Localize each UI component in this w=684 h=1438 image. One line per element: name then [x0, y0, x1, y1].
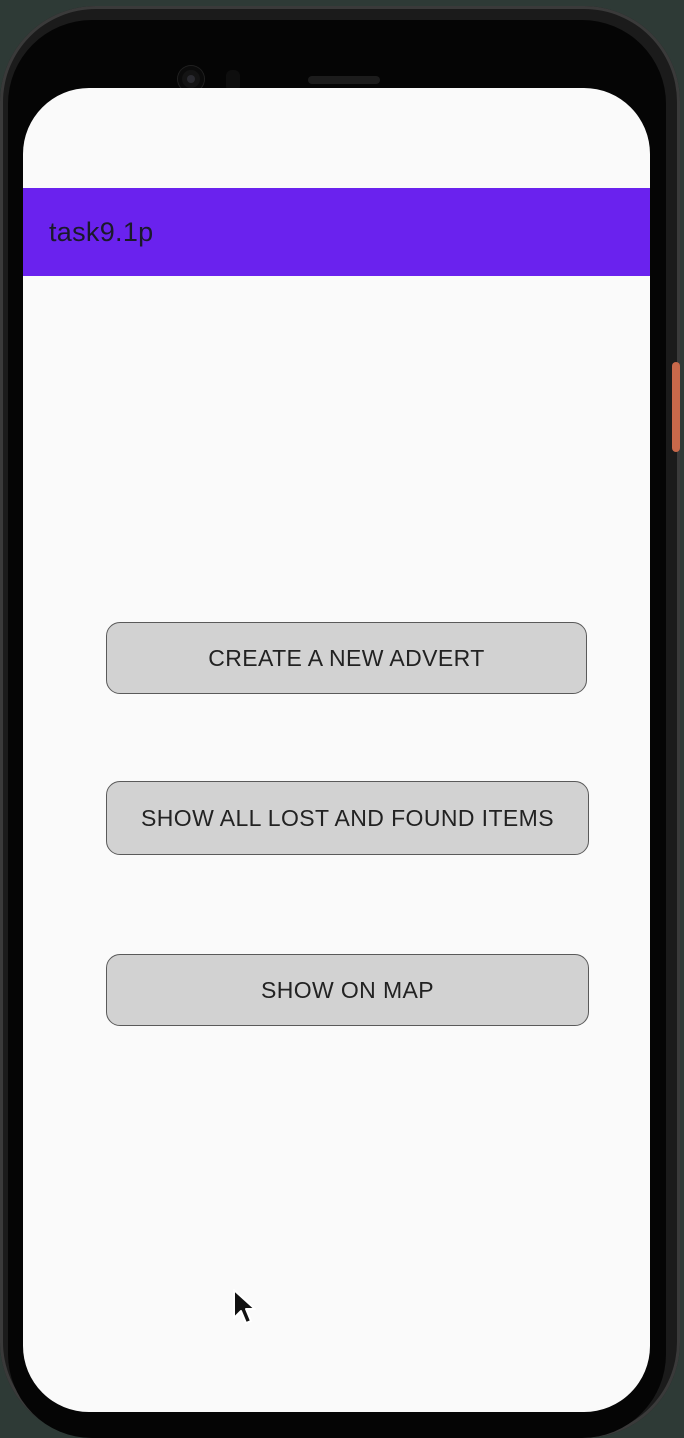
- earpiece-speaker: [308, 76, 380, 84]
- show-on-map-button[interactable]: SHOW ON MAP: [106, 954, 589, 1026]
- show-all-items-button[interactable]: SHOW ALL LOST AND FOUND ITEMS: [106, 781, 589, 855]
- app-screen: task9.1p CREATE A NEW ADVERT SHOW ALL LO…: [23, 88, 650, 1412]
- app-bar: task9.1p: [23, 188, 650, 276]
- power-button[interactable]: [672, 362, 680, 452]
- cursor-icon: [233, 1289, 256, 1324]
- app-title: task9.1p: [49, 216, 154, 247]
- create-advert-button[interactable]: CREATE A NEW ADVERT: [106, 622, 587, 694]
